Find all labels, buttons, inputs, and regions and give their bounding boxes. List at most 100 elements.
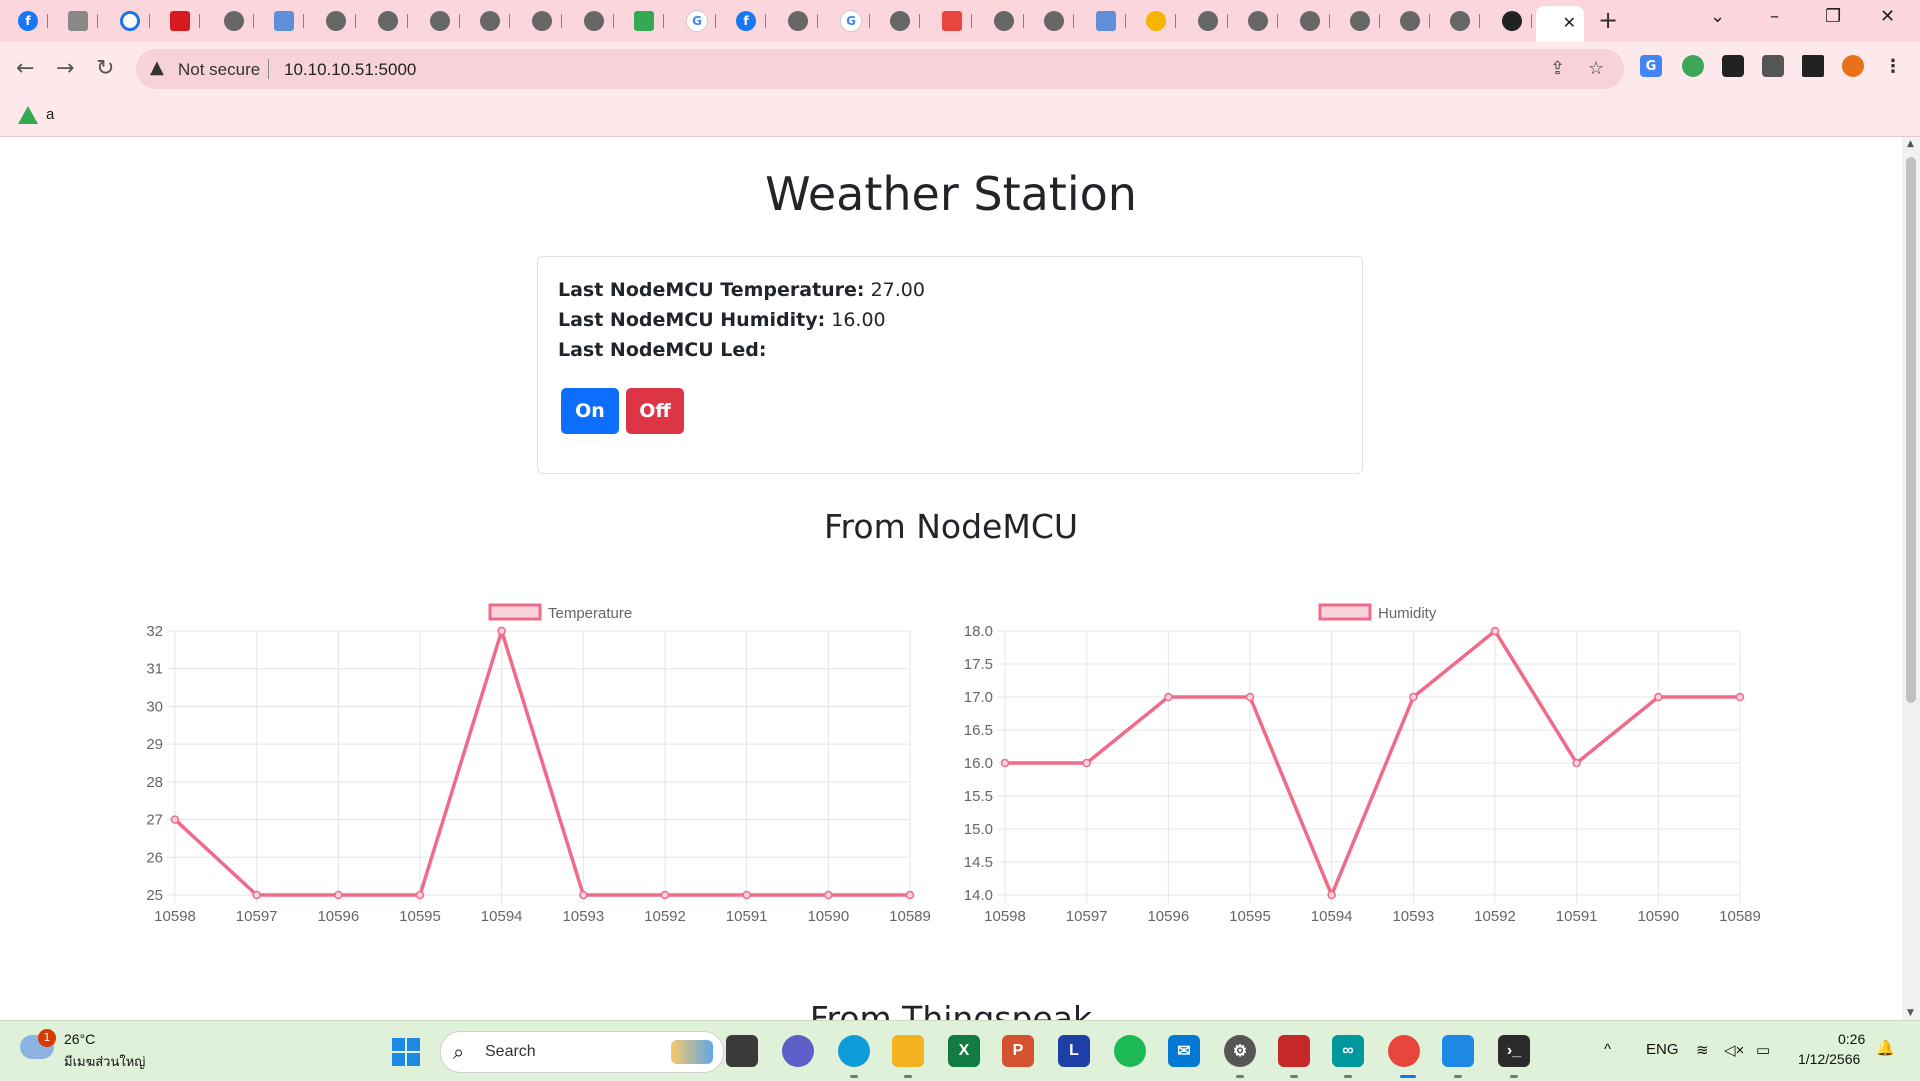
browser-tab[interactable] [420,6,466,36]
browser-tab[interactable] [1086,6,1132,36]
browser-tab[interactable] [1492,6,1538,36]
browser-tab[interactable] [214,6,260,36]
readings-card: Last NodeMCU Temperature: 27.00 Last Nod… [537,256,1363,474]
excel-icon[interactable]: X [948,1035,980,1067]
restore-icon[interactable]: ❐ [1825,6,1841,27]
weather-temperature[interactable]: 26°C [64,1031,95,1047]
clock-date[interactable]: 1/12/2566 [1798,1051,1860,1067]
browser-tab[interactable] [984,6,1030,36]
globe-icon [1300,11,1320,31]
file-explorer-icon[interactable] [892,1035,924,1067]
led-on-button[interactable]: On [561,388,619,434]
game-icon[interactable] [1278,1035,1310,1067]
browser-tab[interactable] [880,6,926,36]
browser-tab[interactable] [1034,6,1080,36]
browser-tab[interactable] [624,6,670,36]
data-point [824,890,833,900]
address-bar[interactable]: ▲ Not secure 10.10.10.51:5000 ⇪ ☆ [136,49,1624,89]
powerpoint-icon[interactable]: P [1002,1035,1034,1067]
search-highlight-icon [671,1040,713,1064]
browser-tab[interactable] [932,6,978,36]
browser-tab[interactable] [264,6,310,36]
browser-tab[interactable] [778,6,824,36]
profile-avatar[interactable] [1842,55,1864,77]
extension-icon[interactable] [1722,55,1744,77]
chrome-icon[interactable] [1388,1035,1420,1067]
extension-icon[interactable] [1682,55,1704,77]
task-view-icon[interactable] [726,1035,758,1067]
language-indicator[interactable]: ENG [1646,1041,1679,1058]
legend-swatch [488,603,542,621]
browser-tab[interactable] [160,6,206,36]
browser-tab[interactable] [1238,6,1284,36]
vscode-icon[interactable] [1442,1035,1474,1067]
share-icon[interactable]: ⇪ [1550,58,1565,79]
volume-muted-icon[interactable]: ◁× [1724,1041,1744,1059]
start-icon[interactable] [392,1038,420,1066]
battery-icon[interactable]: ▭ [1756,1041,1770,1059]
settings-icon[interactable]: ⚙ [1224,1035,1256,1067]
taskbar-search[interactable]: ⌕ Search [440,1031,724,1073]
mail-icon[interactable]: ✉ [1168,1035,1200,1067]
minimize-icon[interactable]: – [1770,6,1779,27]
x-tick-label: 10596 [317,908,359,925]
browser-tab[interactable]: G [676,6,722,36]
browser-tab[interactable] [470,6,516,36]
browser-tab[interactable] [1340,6,1386,36]
reload-icon[interactable]: ↻ [96,56,114,81]
browser-tab[interactable] [368,6,414,36]
weather-location[interactable]: มีเมฆส่วนใหญ่ [64,1051,145,1072]
browser-tab[interactable] [1440,6,1486,36]
scroll-down-icon[interactable]: ▼ [1907,1008,1914,1018]
globe-icon [788,11,808,31]
browser-tab[interactable]: f [726,6,772,36]
next-section-title: From Thingspeak [809,999,1093,1020]
browser-tab[interactable] [1136,6,1182,36]
section-title: From NodeMCU [823,507,1079,546]
browser-tab-active[interactable]: ✕ [1536,6,1584,42]
bookmark-item[interactable]: a [46,106,54,123]
notification-bell-icon[interactable]: 🔔 [1876,1039,1895,1057]
teams-icon[interactable] [782,1035,814,1067]
browser-tab[interactable] [1390,6,1436,36]
back-icon[interactable]: ← [16,56,34,81]
close-window-icon[interactable]: ✕ [1880,6,1895,27]
page-scrollbar[interactable]: ▲ ▼ [1902,137,1920,1020]
puzzle-icon[interactable] [1762,55,1784,77]
line-icon[interactable]: L [1058,1035,1090,1067]
wifi-icon[interactable]: ≋ [1696,1041,1709,1059]
sidepanel-icon[interactable] [1802,55,1824,77]
edge-icon[interactable] [838,1035,870,1067]
data-point [1082,758,1091,768]
browser-tab[interactable] [58,6,104,36]
scrollbar-thumb[interactable] [1906,157,1916,703]
x-tick-label: 10595 [399,908,441,925]
show-hidden-icons-icon[interactable]: ^ [1604,1041,1611,1058]
y-tick-label: 29 [146,736,163,753]
terminal-icon[interactable]: ›_ [1498,1035,1530,1067]
clock-time[interactable]: 0:26 [1838,1031,1865,1047]
url-text[interactable]: 10.10.10.51:5000 [284,60,416,80]
y-tick-label: 16.0 [964,755,993,772]
browser-tab[interactable] [574,6,620,36]
globe-icon [326,11,346,31]
spotify-icon[interactable] [1114,1035,1146,1067]
led-off-button[interactable]: Off [626,388,684,434]
translate-extension-icon[interactable]: G [1640,55,1662,77]
chevron-down-icon[interactable]: ⌄ [1710,6,1725,27]
browser-tab[interactable] [1290,6,1336,36]
globe-icon [1450,11,1470,31]
browser-tab[interactable] [522,6,568,36]
forward-icon[interactable]: → [56,56,74,81]
new-tab-icon[interactable]: + [1598,6,1618,34]
star-icon[interactable]: ☆ [1588,58,1604,79]
menu-icon[interactable]: ⋮ [1882,55,1904,77]
browser-tab[interactable]: G [830,6,876,36]
browser-tab[interactable]: f [8,6,54,36]
arduino-icon[interactable]: ∞ [1332,1035,1364,1067]
close-tab-icon[interactable]: ✕ [1563,13,1576,32]
browser-tab[interactable] [110,6,156,36]
browser-tab[interactable] [1188,6,1234,36]
browser-tab[interactable] [316,6,362,36]
scroll-up-icon[interactable]: ▲ [1907,139,1914,149]
